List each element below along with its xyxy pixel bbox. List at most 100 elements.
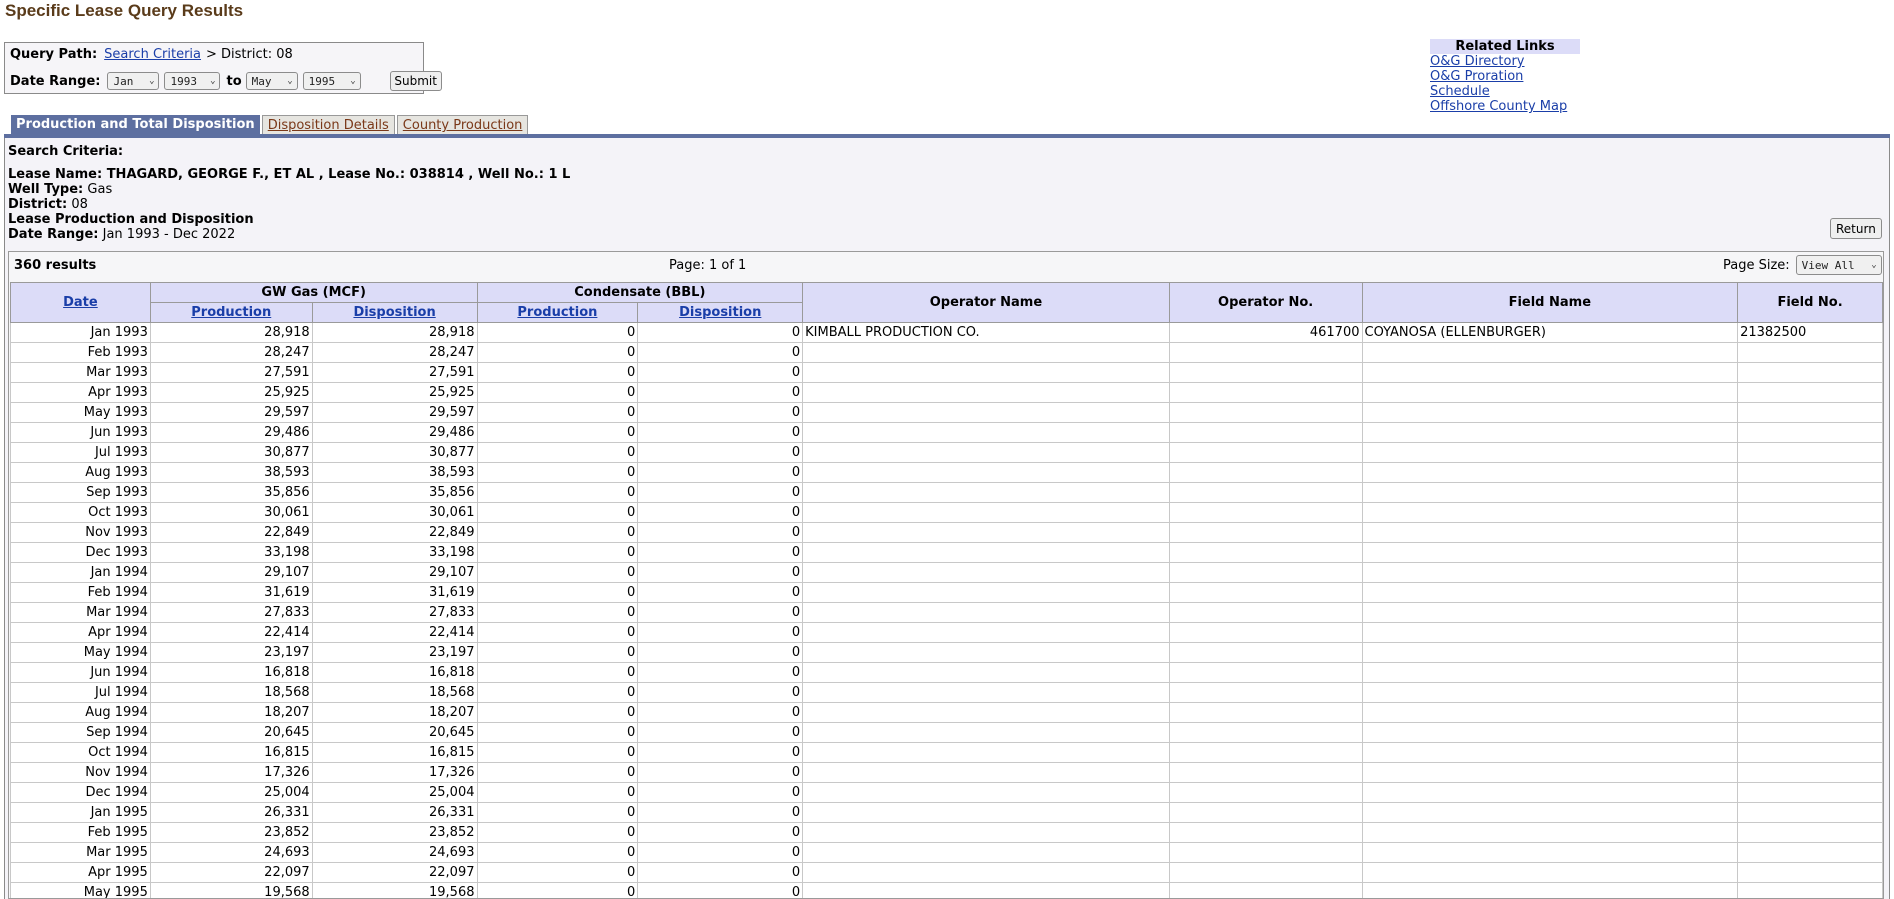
cond-disposition-cell: 0 — [637, 522, 804, 543]
operator-no-cell — [1168, 342, 1363, 363]
date-cell: Apr 1994 — [10, 622, 151, 643]
field-name-cell — [1361, 882, 1739, 898]
submit-button[interactable]: Submit — [389, 71, 442, 91]
cond-production-cell: 0 — [476, 422, 639, 443]
gas-disposition-cell: 30,061 — [311, 502, 478, 523]
tab-disposition-details[interactable]: Disposition Details — [261, 115, 395, 134]
cond-production-cell: 0 — [476, 682, 639, 703]
search-criteria-link[interactable]: Search Criteria — [104, 47, 201, 62]
offshore-county-map-link[interactable]: Offshore County Map — [1430, 99, 1580, 114]
date-cell: Aug 1994 — [10, 702, 151, 723]
field-name-cell — [1361, 422, 1739, 443]
criteria-date-range-value: Jan 1993 - Dec 2022 — [102, 227, 236, 242]
date-cell: Mar 1993 — [10, 362, 151, 383]
operator-no-cell — [1168, 762, 1363, 783]
gas-disposition-cell: 38,593 — [311, 462, 478, 483]
col-gas-production[interactable]: Production — [149, 302, 313, 323]
table-row: Aug 1994 18,207 18,207 0 0 — [10, 702, 1883, 723]
cond-disposition-cell: 0 — [637, 802, 804, 823]
gas-production-cell: 27,833 — [149, 602, 313, 623]
col-date[interactable]: Date — [10, 282, 151, 323]
tab-production-total-disposition[interactable]: Production and Total Disposition — [11, 115, 260, 134]
gas-disposition-cell: 19,568 — [311, 882, 478, 898]
results-container: 360 results Page: 1 of 1 Page Size: View… — [8, 251, 1884, 899]
sort-gas-production-link[interactable]: Production — [191, 305, 271, 320]
operator-no-cell — [1168, 882, 1363, 898]
date-cell: Feb 1995 — [10, 822, 151, 843]
field-no-cell — [1737, 622, 1883, 643]
operator-name-cell — [802, 562, 1170, 583]
sort-cond-disposition-link[interactable]: Disposition — [679, 305, 761, 320]
gas-production-cell: 22,849 — [149, 522, 313, 543]
well-type-label: Well Type: — [8, 182, 84, 197]
gas-disposition-cell: 20,645 — [311, 722, 478, 743]
operator-no-cell — [1168, 642, 1363, 663]
operator-no-cell — [1168, 842, 1363, 863]
field-name-cell — [1361, 342, 1739, 363]
from-month-value: Jan — [113, 74, 134, 88]
og-directory-link[interactable]: O&G Directory — [1430, 54, 1580, 69]
sort-cond-production-link[interactable]: Production — [517, 305, 597, 320]
cond-disposition-cell: 0 — [637, 722, 804, 743]
og-proration-schedule-link[interactable]: O&G Proration Schedule — [1430, 69, 1580, 99]
well-type-line: Well Type: Gas — [8, 182, 112, 197]
date-cell: Apr 1993 — [10, 382, 151, 403]
col-gas-disposition[interactable]: Disposition — [311, 302, 478, 323]
gas-disposition-cell: 29,107 — [311, 562, 478, 583]
cond-disposition-cell: 0 — [637, 822, 804, 843]
district-label: District: — [8, 197, 68, 212]
table-row: Sep 1994 20,645 20,645 0 0 — [10, 722, 1883, 743]
field-no-cell — [1737, 882, 1883, 898]
field-no-cell — [1737, 522, 1883, 543]
tab-county-production[interactable]: County Production — [396, 115, 529, 134]
well-type-value: Gas — [87, 182, 113, 197]
gas-production-cell: 31,619 — [149, 582, 313, 603]
page-title: Specific Lease Query Results — [5, 1, 244, 20]
from-year-select[interactable]: 1993 ⌄ — [164, 72, 221, 90]
col-cond-production[interactable]: Production — [476, 302, 639, 323]
col-operator-no: Operator No. — [1168, 282, 1363, 323]
field-no-cell — [1737, 422, 1883, 443]
gas-production-cell: 27,591 — [149, 362, 313, 383]
operator-name-cell — [802, 722, 1170, 743]
col-cond-disposition[interactable]: Disposition — [637, 302, 804, 323]
operator-no-cell — [1168, 362, 1363, 383]
operator-no-cell — [1168, 482, 1363, 503]
lease-line-text: Lease Name: THAGARD, GEORGE F., ET AL , … — [8, 167, 571, 182]
operator-name-cell — [802, 582, 1170, 603]
gas-production-cell: 16,818 — [149, 662, 313, 683]
gas-disposition-cell: 22,849 — [311, 522, 478, 543]
date-cell: Nov 1993 — [10, 522, 151, 543]
operator-name-cell — [802, 702, 1170, 723]
gas-disposition-cell: 22,097 — [311, 862, 478, 883]
cond-production-cell: 0 — [476, 742, 639, 763]
operator-no-cell — [1168, 522, 1363, 543]
return-button[interactable]: Return — [1830, 218, 1882, 239]
cond-production-cell: 0 — [476, 482, 639, 503]
section-title: Lease Production and Disposition — [8, 212, 254, 227]
to-month-select[interactable]: May ⌄ — [245, 72, 298, 90]
field-no-cell — [1737, 862, 1883, 883]
cond-production-cell: 0 — [476, 822, 639, 843]
chevron-down-icon: ⌄ — [1871, 260, 1877, 270]
from-month-select[interactable]: Jan ⌄ — [107, 72, 160, 90]
operator-name-cell — [802, 462, 1170, 483]
gas-disposition-cell: 25,004 — [311, 782, 478, 803]
sort-date-link[interactable]: Date — [63, 295, 98, 310]
field-no-cell — [1737, 642, 1883, 663]
operator-no-cell — [1168, 782, 1363, 803]
cond-disposition-cell: 0 — [637, 542, 804, 563]
gas-disposition-cell: 16,815 — [311, 742, 478, 763]
field-no-cell — [1737, 842, 1883, 863]
field-name-cell — [1361, 682, 1739, 703]
sort-gas-disposition-link[interactable]: Disposition — [353, 305, 435, 320]
cond-production-cell: 0 — [476, 842, 639, 863]
table-row: May 1994 23,197 23,197 0 0 — [10, 642, 1883, 663]
to-year-select[interactable]: 1995 ⌄ — [302, 72, 361, 90]
page-size-select[interactable]: View All ⌄ — [1795, 255, 1882, 275]
field-name-cell — [1361, 462, 1739, 483]
operator-no-cell — [1168, 562, 1363, 583]
cond-disposition-cell: 0 — [637, 762, 804, 783]
field-name-cell — [1361, 402, 1739, 423]
gas-disposition-cell: 23,852 — [311, 822, 478, 843]
